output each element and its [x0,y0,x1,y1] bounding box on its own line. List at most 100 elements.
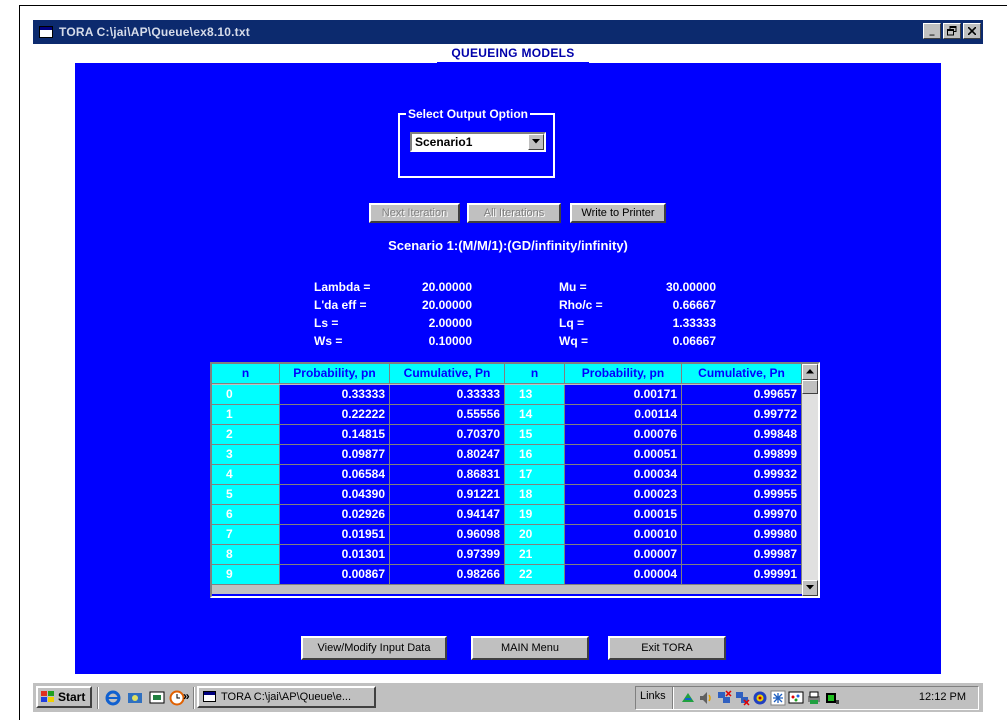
table-cell-value: 0.99970 [682,505,802,525]
taskbar-separator [97,687,99,709]
display-settings-icon[interactable] [788,690,804,706]
stat-label: Ws = [314,334,343,348]
column-header: Probability, pn [565,364,682,384]
security-shield-icon[interactable] [752,690,768,706]
all-iterations-button[interactable]: All Iterations [467,203,561,223]
network-alert-icon[interactable] [734,690,750,706]
arrow-up-icon [806,369,814,374]
table-cell-value: 0.01951 [280,525,390,545]
probability-table: n Probability, pn Cumulative, Pn n Proba… [210,362,820,598]
scroll-down-button[interactable] [802,580,818,596]
next-iteration-button[interactable]: Next Iteration [369,203,460,223]
stat-label: L'da eff = [314,298,367,312]
table-cell-n: 13 [505,385,565,405]
taskbar-item-tora[interactable]: TORA C:\jai\AP\Queue\e... [197,686,376,708]
view-modify-input-button[interactable]: View/Modify Input Data [301,636,447,660]
table-cell-n: 17 [505,465,565,485]
table-cell-n: 7 [212,525,280,545]
stat-label: Lq = [559,316,585,330]
table-cell-value: 0.01301 [280,545,390,565]
tray-separator [672,687,674,709]
dropdown-button[interactable] [528,134,544,150]
column-header: n [505,364,565,384]
internet-explorer-icon[interactable] [105,690,121,706]
gear-cluster-icon[interactable] [770,690,786,706]
window-title: TORA C:\jai\AP\Queue\ex8.10.txt [59,25,250,39]
stat-value: 30.00000 [665,280,716,294]
network-disconnected-icon[interactable] [716,690,732,706]
table-cell-value: 0.02926 [280,505,390,525]
table-cell-value: 0.33333 [280,385,390,405]
page-frame-top [19,5,1007,6]
table-cell-value: 0.00034 [565,465,682,485]
network-icon[interactable] [680,690,696,706]
table-cell-value: 0.80247 [390,445,505,465]
outlook-express-icon[interactable] [127,690,143,706]
table-cell-value: 0.00114 [565,405,682,425]
printer-icon[interactable] [806,690,822,706]
table-footer-strip [212,594,802,596]
table-cell-value: 0.06584 [280,465,390,485]
table-cell-value: 0.00051 [565,445,682,465]
table-cell-value: 0.97399 [390,545,505,565]
table-scrollbar[interactable] [802,364,818,596]
volume-icon[interactable] [698,690,714,706]
table-cell-value: 0.99987 [682,545,802,565]
maximize-button[interactable] [943,23,961,39]
page-title: QUEUEING MODELS [451,46,575,60]
exit-tora-button[interactable]: Exit TORA [608,636,726,660]
column-header: Cumulative, Pn [682,364,802,384]
output-option-select[interactable]: Scenario1 [410,132,546,152]
write-to-printer-button[interactable]: Write to Printer [570,203,666,223]
chevron-down-icon [532,139,540,144]
scenario-title: Scenario 1:(M/M/1):(GD/infinity/infinity… [388,238,628,253]
output-option-value: Scenario1 [415,135,473,149]
table-cell-value: 0.86831 [390,465,505,485]
table-cell-value: 0.99848 [682,425,802,445]
output-option-legend: Select Output Option [406,106,530,122]
task-manager-icon[interactable] [824,690,840,706]
table-cell-value: 0.00004 [565,565,682,585]
table-cell-n: 19 [505,505,565,525]
stat-value: 1.33333 [672,316,716,330]
scroll-thumb[interactable] [802,380,818,394]
stat-label: Wq = [559,334,588,348]
probability-grid: n Probability, pn Cumulative, Pn n Proba… [212,364,802,596]
title-bar[interactable]: TORA C:\jai\AP\Queue\ex8.10.txt _ [33,20,983,44]
windows-logo-icon [41,691,54,702]
table-cell-n: 3 [212,445,280,465]
minimize-button[interactable]: _ [923,23,941,39]
table-cell-value: 0.00867 [280,565,390,585]
table-cell-value: 0.00023 [565,485,682,505]
show-desktop-icon[interactable] [149,690,165,706]
stat-label: Mu = [559,280,587,294]
page-frame-left [19,5,20,720]
start-button[interactable]: Start [36,686,92,708]
table-cell-n: 1 [212,405,280,425]
stat-label: Ls = [314,316,339,330]
stat-value: 2.00000 [428,316,472,330]
table-cell-value: 0.99955 [682,485,802,505]
main-menu-button[interactable]: MAIN Menu [471,636,589,660]
table-cell-value: 0.91221 [390,485,505,505]
scroll-up-button[interactable] [802,364,818,380]
window-controls: _ [923,23,981,39]
table-cell-n: 9 [212,565,280,585]
close-button[interactable] [963,23,981,39]
stat-value: 0.06667 [672,334,716,348]
taskbar-item-label: TORA C:\jai\AP\Queue\e... [221,691,352,703]
app-window-icon [39,26,53,38]
close-icon [967,26,977,36]
table-cell-n: 0 [212,385,280,405]
links-toolbar[interactable]: Links [640,690,666,702]
table-cell-value: 0.99980 [682,525,802,545]
quicklaunch-overflow[interactable]: » [183,689,190,703]
table-cell-value: 0.99991 [682,565,802,585]
table-cell-value: 0.04390 [280,485,390,505]
output-option-group: Select Output Option Scenario1 [398,106,555,178]
stat-value: 0.10000 [428,334,472,348]
table-cell-value: 0.14815 [280,425,390,445]
table-cell-n: 21 [505,545,565,565]
table-cell-value: 0.00015 [565,505,682,525]
stat-label: Lambda = [314,280,371,294]
